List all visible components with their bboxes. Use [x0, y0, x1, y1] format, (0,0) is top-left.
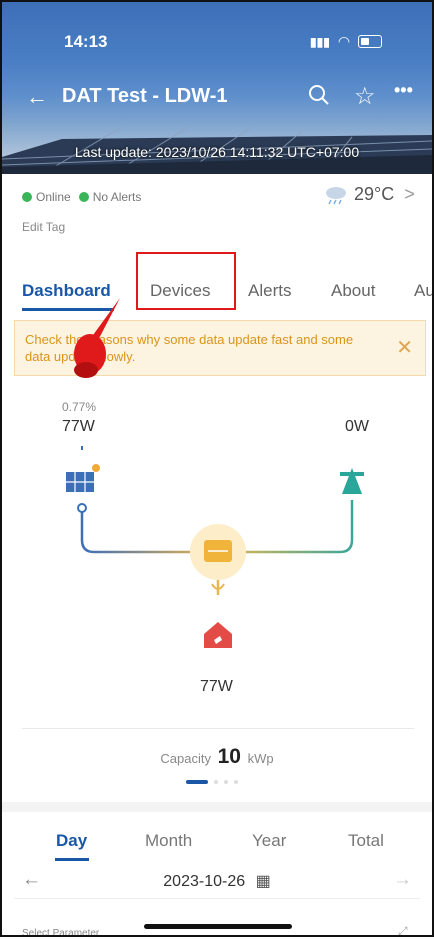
section-separator	[2, 802, 432, 812]
grid-power-value: 0W	[345, 418, 369, 435]
pv-percent: 0.77%	[62, 400, 97, 414]
current-date: 2023-10-26	[163, 873, 246, 890]
page-title: DAT Test - LDW-1	[62, 85, 228, 107]
tab-month[interactable]: Month	[145, 831, 192, 851]
page-dot	[224, 780, 228, 784]
online-check-icon	[22, 192, 32, 202]
weather-widget[interactable]: 29°C >	[322, 184, 415, 205]
battery-icon	[358, 35, 383, 48]
active-period-indicator	[55, 858, 89, 861]
capacity-unit: kWp	[247, 751, 274, 766]
home-indicator	[144, 924, 292, 929]
page-dot	[214, 780, 218, 784]
energy-flow-diagram	[66, 446, 364, 648]
search-icon[interactable]	[308, 84, 330, 112]
cloud-rain-icon	[326, 186, 346, 204]
pv-power-value: 77W	[62, 418, 95, 435]
page-dot	[234, 780, 238, 784]
chevron-right-icon: >	[404, 184, 415, 204]
capacity-label: Capacity	[160, 751, 211, 766]
tab-year[interactable]: Year	[252, 831, 286, 851]
date-picker[interactable]: 2023-10-26 ▦	[14, 871, 420, 891]
highlight-box	[136, 252, 236, 310]
calendar-icon: ▦	[255, 873, 271, 890]
load-power-value: 77W	[200, 678, 233, 695]
edit-tag-link[interactable]: Edit Tag	[22, 220, 65, 234]
last-update-text: Last update: 2023/10/26 14:11:32 UTC+07:…	[74, 144, 360, 160]
status-time: 14:13	[64, 32, 108, 51]
status-icons: ▮▮▮ ◠	[310, 33, 383, 50]
capacity-value: 10	[217, 745, 241, 768]
signal-icon: ▮▮▮	[310, 34, 330, 49]
page-indicator[interactable]	[186, 780, 238, 784]
divider	[22, 728, 414, 729]
partial-section-label: Select Parameter	[22, 928, 100, 939]
date-navigator: ← 2023-10-26 ▦ →	[14, 864, 420, 899]
next-date-arrow-icon[interactable]: →	[393, 869, 412, 891]
page-dot-active	[186, 780, 208, 784]
alerts-label: No Alerts	[92, 190, 142, 204]
status-row: Online No Alerts	[22, 190, 141, 204]
tab-day[interactable]: Day	[56, 831, 87, 851]
pointing-hand-icon	[74, 298, 120, 378]
capacity-row: Capacity 10 kWp	[0, 745, 434, 769]
close-icon[interactable]: ✕	[396, 335, 413, 360]
online-label: Online	[36, 190, 71, 204]
tab-total[interactable]: Total	[348, 831, 384, 851]
tab-alerts[interactable]: Alerts	[248, 281, 291, 301]
header-banner: 14:13 ▮▮▮ ◠ ← DAT Test - LDW-1 ☆ ••• Las…	[2, 2, 432, 174]
weather-temp: 29°C	[354, 184, 395, 204]
star-icon[interactable]: ☆	[354, 82, 376, 111]
no-alerts-check-icon	[78, 192, 89, 202]
wifi-icon: ◠	[337, 33, 351, 49]
back-arrow-icon[interactable]: ←	[26, 84, 48, 110]
more-icon[interactable]: •••	[394, 80, 413, 101]
tab-about[interactable]: About	[331, 281, 375, 301]
tab-partial[interactable]: Au	[414, 281, 434, 301]
